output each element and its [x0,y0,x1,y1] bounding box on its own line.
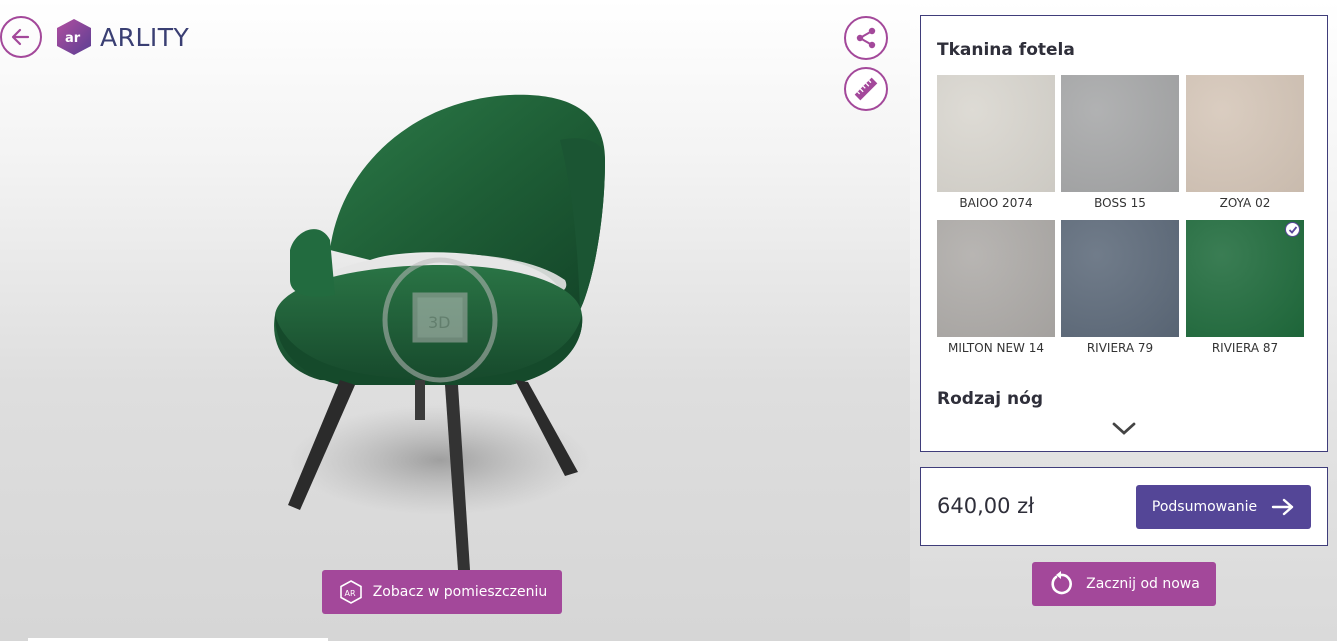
measure-button[interactable] [844,67,888,111]
view-in-room-label: Zobacz w pomieszczeniu [372,584,548,600]
summary-button-label: Podsumowanie [1151,499,1258,515]
brand-logo[interactable]: ar ARLITY [56,18,189,56]
view-in-room-button[interactable]: AR Zobacz w pomieszczeniu [322,570,562,614]
share-icon [856,27,876,49]
price-summary-box: 640,00 zł Podsumowanie [920,467,1328,546]
arrow-left-icon [11,28,30,46]
svg-text:ar: ar [65,31,81,46]
fabric-swatch[interactable]: BOSS 15 [1061,75,1179,210]
arrow-right-icon [1271,498,1294,516]
fabric-swatch-label: MILTON NEW 14 [948,341,1044,355]
brand-name: ARLITY [100,22,190,52]
selected-check-icon [1285,222,1300,237]
ruler-icon [854,77,878,101]
fabric-swatch-label: ZOYA 02 [1219,196,1271,210]
fabric-swatch[interactable]: MILTON NEW 14 [937,220,1055,355]
rotate-3d-label: 3D [428,313,451,332]
fabric-swatch-label: BAIOO 2074 [959,196,1033,210]
restart-button[interactable]: Zacznij od nowa [1032,562,1216,606]
fabric-swatch[interactable]: BAIOO 2074 [937,75,1055,210]
back-button[interactable] [0,16,42,58]
chair-3d-model[interactable]: 3D [260,80,620,580]
fabric-swatch-image[interactable] [1186,220,1304,337]
price-value: 640,00 zł [937,494,1035,518]
fabric-swatch-label: RIVIERA 87 [1211,341,1279,355]
summary-button[interactable]: Podsumowanie [1136,485,1311,529]
fabric-swatch-label: BOSS 15 [1094,196,1146,210]
fabric-section-title: Tkanina fotela [937,40,1075,60]
fabric-swatch[interactable]: ZOYA 02 [1186,75,1304,210]
legs-section-title: Rodzaj nóg [937,389,1044,409]
fabric-swatch[interactable]: RIVIERA 79 [1061,220,1179,355]
fabric-swatch-image[interactable] [937,220,1055,337]
restart-button-label: Zacznij od nowa [1086,576,1200,592]
arlity-logo-icon: ar [57,19,91,55]
fabric-swatch-image[interactable] [1061,220,1179,337]
fabric-swatch-label: RIVIERA 79 [1086,341,1154,355]
svg-text:AR: AR [344,589,355,598]
configurator-panel[interactable]: Tkanina fotela BAIOO 2074 BOSS 15 ZOYA 02 M… [920,15,1328,452]
share-button[interactable] [844,16,888,60]
fabric-swatch-image[interactable] [937,75,1055,192]
ar-cube-icon: AR [339,580,362,604]
fabric-swatch[interactable]: RIVIERA 87 [1186,220,1304,355]
fabric-swatch-image[interactable] [1186,75,1304,192]
product-viewer[interactable]: 3D ar ARLITY AR Zobacz w pomieszczeniu [0,0,910,641]
chevron-down-icon[interactable] [1111,421,1137,437]
restart-icon [1051,571,1073,595]
fabric-swatch-image[interactable] [1061,75,1179,192]
